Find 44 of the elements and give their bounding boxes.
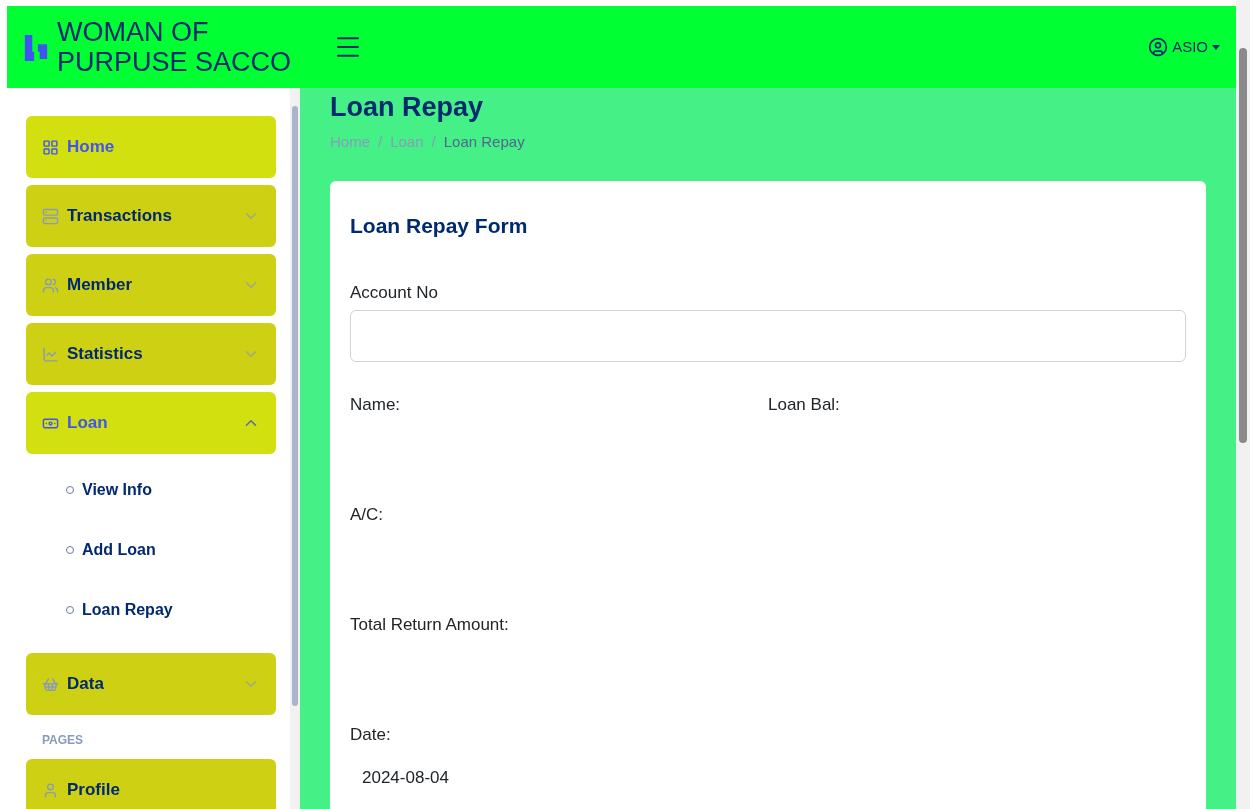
basket-icon — [42, 675, 59, 693]
people-icon — [42, 276, 59, 294]
sidebar-item-label: Profile — [67, 779, 121, 802]
grid-icon — [42, 138, 59, 156]
date-value: 2024-08-04 — [361, 767, 450, 789]
sidebar-item[interactable]: Member — [26, 254, 276, 316]
sidebar-item[interactable]: Profile — [26, 759, 276, 809]
page-title: Loan Repay — [330, 91, 485, 124]
sidebar-item-label: Home — [67, 136, 116, 159]
field-label: A/C: — [350, 504, 385, 526]
sidebar-item-label: Data — [67, 673, 105, 696]
breadcrumb-separator: / — [431, 132, 436, 152]
field-label: Name: — [350, 394, 402, 416]
section-heading: PAGES — [41, 732, 85, 749]
caret-icon — [1212, 44, 1220, 50]
scrollbar[interactable] — [290, 88, 300, 809]
sidebar-item-label: Transactions — [67, 205, 173, 228]
field-label: Loan Bal: — [768, 394, 841, 416]
sidebar-item[interactable]: Data — [26, 653, 276, 715]
field-label: Total Return Amount: — [350, 614, 510, 636]
submenu-item[interactable]: Loan Repay — [26, 580, 276, 640]
person-icon — [42, 781, 59, 799]
sidebar-item[interactable]: Transactions — [26, 185, 276, 247]
field-label: Account No — [350, 282, 439, 304]
sidebar-item-label: Statistics — [67, 343, 144, 366]
card-title: Loan Repay Form — [350, 213, 529, 239]
line-chart-icon — [42, 345, 59, 363]
user-icon — [1148, 37, 1169, 57]
sidebar-item[interactable]: Loan — [26, 392, 276, 454]
sidebar-item[interactable]: Statistics — [26, 323, 276, 385]
brand-name: PURPUSE SACCO — [57, 47, 292, 77]
sidebar-item[interactable]: Home — [26, 116, 276, 178]
user-menu[interactable]: ASIO — [1148, 35, 1220, 59]
sidebar-item-label: Member — [67, 274, 134, 297]
input-field[interactable] — [350, 310, 1186, 362]
scrollbar[interactable] — [1236, 0, 1250, 809]
breadcrumb-separator: / — [378, 132, 383, 152]
brand-name: WOMAN OF — [57, 17, 210, 47]
sidebar-item-label: Loan — [67, 412, 109, 435]
server-icon — [42, 207, 59, 225]
submenu-item[interactable]: View Info — [26, 460, 276, 520]
submenu-item[interactable]: Add Loan — [26, 520, 276, 580]
breadcrumb-item: Loan Repay — [443, 132, 525, 152]
field-label: Date: — [350, 724, 392, 746]
